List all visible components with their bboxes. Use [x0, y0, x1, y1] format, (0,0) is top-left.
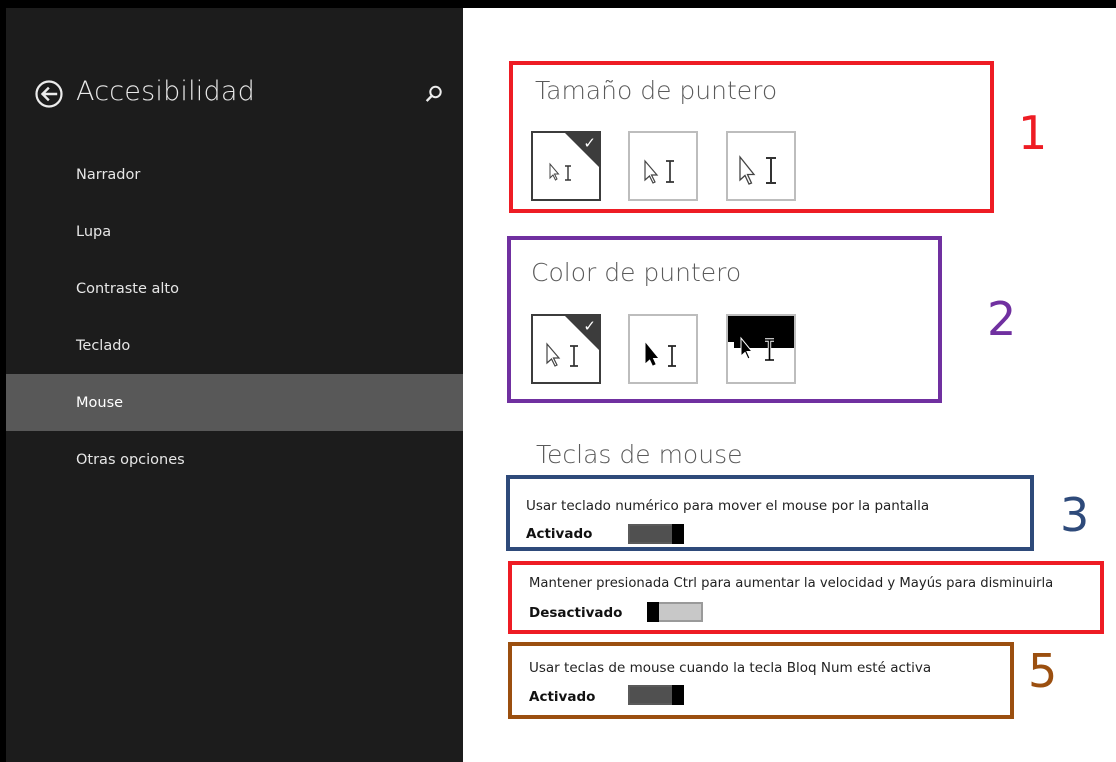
- numeric-keypad-mouse-toggle[interactable]: [628, 524, 684, 544]
- sidebar-item-otras-opciones[interactable]: Otras opciones: [6, 431, 463, 488]
- sidebar-nav: Narrador Lupa Contraste alto Teclado Mou…: [6, 146, 463, 488]
- sidebar-item-label: Otras opciones: [76, 451, 185, 468]
- sidebar-item-contraste-alto[interactable]: Contraste alto: [6, 260, 463, 317]
- option-state: Activado: [529, 689, 596, 705]
- pointer-size-title: Tamaño de puntero: [535, 76, 778, 105]
- pointer-color-title: Color de puntero: [531, 258, 742, 287]
- sidebar-item-label: Mouse: [76, 394, 124, 411]
- toggle-knob: [672, 524, 684, 544]
- sidebar-item-mouse[interactable]: Mouse: [6, 374, 463, 431]
- pointer-medium-icon: [644, 159, 674, 184]
- pointer-small-icon: [549, 162, 571, 181]
- sidebar-title: Accesibilidad: [76, 76, 255, 107]
- annotation-number-2: 2: [987, 292, 1017, 346]
- toggle-knob: [672, 685, 684, 705]
- search-icon[interactable]: [424, 84, 444, 104]
- annotation-box-4: [508, 561, 1104, 634]
- sidebar-item-narrador[interactable]: Narrador: [6, 146, 463, 203]
- pointer-color-black-option[interactable]: [628, 314, 698, 384]
- sidebar-item-lupa[interactable]: Lupa: [6, 203, 463, 260]
- option-label: Usar teclado numérico para mover el mous…: [526, 498, 930, 514]
- sidebar-item-label: Teclado: [76, 337, 131, 354]
- annotation-number-5: 5: [1028, 644, 1058, 698]
- pointer-inverted-icon: [728, 316, 794, 362]
- option-label: Mantener presionada Ctrl para aumentar l…: [529, 576, 1054, 591]
- sidebar-item-label: Lupa: [76, 223, 112, 240]
- sidebar-item-teclado[interactable]: Teclado: [6, 317, 463, 374]
- annotation-number-1: 1: [1018, 106, 1048, 160]
- sidebar-item-label: Contraste alto: [76, 280, 179, 297]
- mouse-keys-title: Teclas de mouse: [536, 440, 743, 469]
- pointer-color-white-option[interactable]: ✓: [531, 314, 601, 384]
- pointer-size-medium-option[interactable]: [628, 131, 698, 201]
- option-state: Desactivado: [529, 605, 623, 621]
- toggle-knob: [647, 602, 659, 622]
- back-arrow-icon[interactable]: [34, 79, 64, 109]
- num-lock-mouse-keys-toggle[interactable]: [628, 685, 684, 705]
- pointer-large-icon: [739, 155, 776, 185]
- pointer-color-inverted-option[interactable]: [726, 314, 796, 384]
- ctrl-speed-toggle[interactable]: [647, 602, 703, 622]
- option-state: Activado: [526, 526, 593, 542]
- main-content: Tamaño de puntero ✓ 1 Color de puntero ✓: [463, 8, 1116, 762]
- option-label: Usar teclas de mouse cuando la tecla Blo…: [529, 660, 932, 676]
- pointer-size-small-option[interactable]: ✓: [531, 131, 601, 201]
- pointer-black-icon: [645, 342, 676, 367]
- sidebar-item-label: Narrador: [76, 166, 141, 183]
- sidebar: Accesibilidad Narrador Lupa Contraste al…: [6, 8, 463, 762]
- pointer-white-icon: [546, 342, 578, 367]
- sidebar-header: Accesibilidad: [34, 76, 444, 116]
- pointer-size-large-option[interactable]: [726, 131, 796, 201]
- annotation-number-3: 3: [1060, 488, 1090, 542]
- annotation-box-5: [508, 642, 1014, 719]
